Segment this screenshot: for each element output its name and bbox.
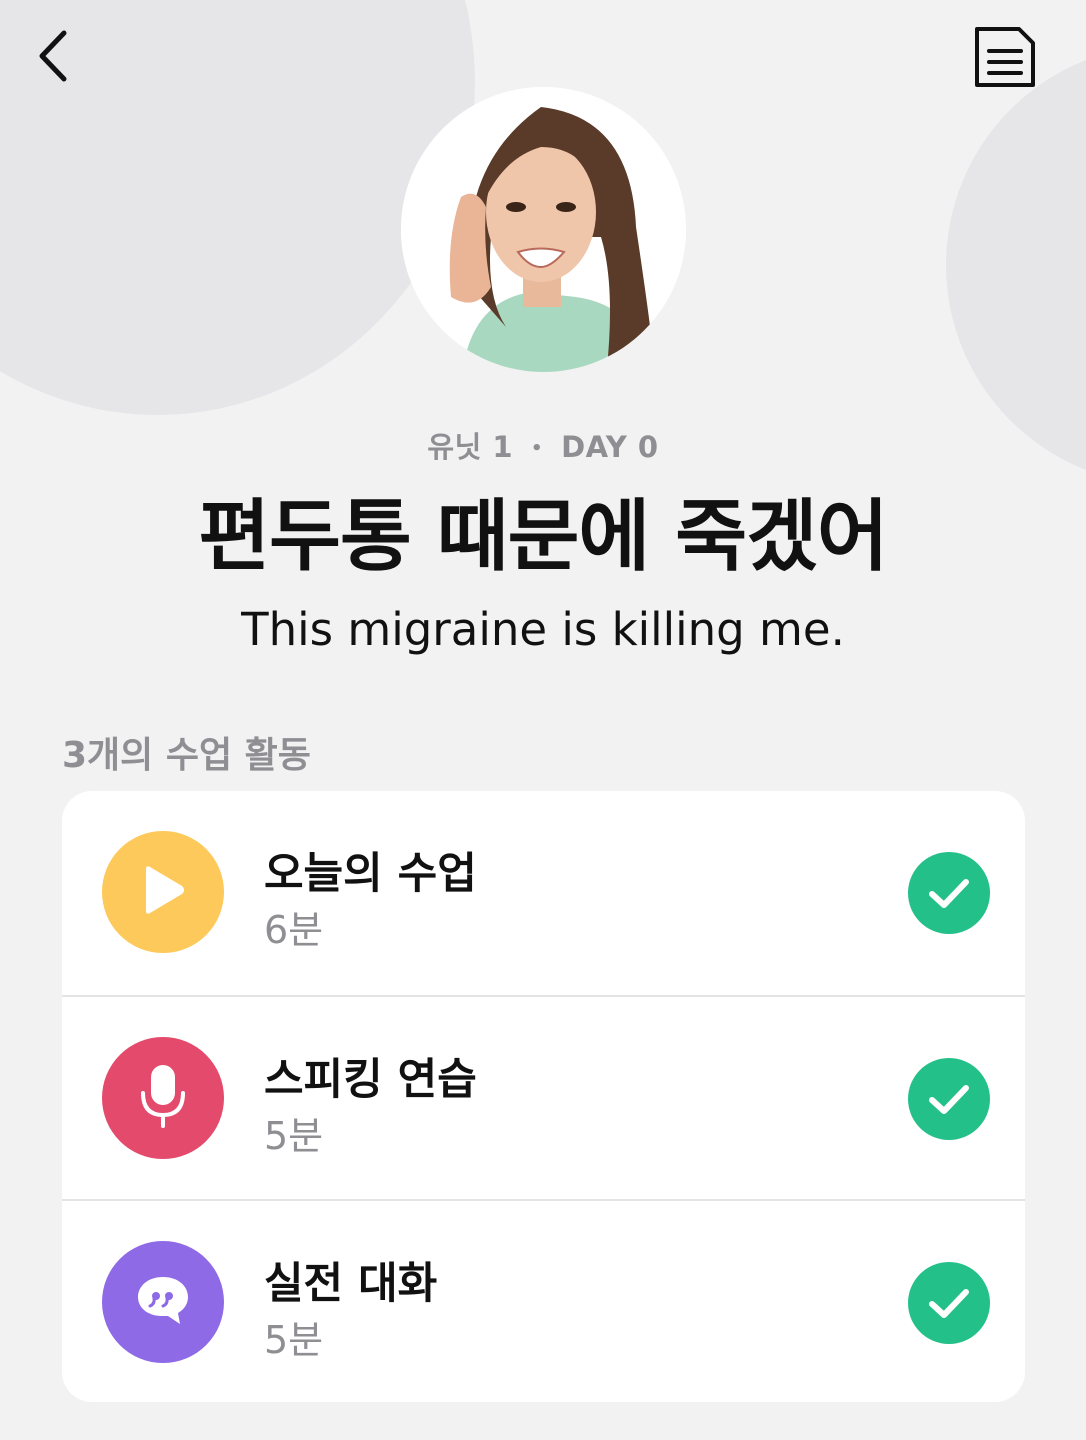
activity-duration: 6분 xyxy=(264,908,324,952)
activity-icon-bg xyxy=(102,1241,224,1363)
activity-duration: 5분 xyxy=(264,1114,324,1158)
lesson-title-korean: 편두통 때문에 죽겠어 xyxy=(198,492,888,582)
instructor-avatar xyxy=(401,87,686,372)
lesson-meta: 유닛 1 • DAY 0 xyxy=(0,424,1086,466)
activity-title: 오늘의 수업 xyxy=(264,849,477,899)
chevron-left-icon xyxy=(35,29,69,87)
background-circle-right xyxy=(946,45,1086,485)
activity-icon-bg xyxy=(102,1037,224,1159)
activity-row-conversation[interactable]: 실전 대화 5분 xyxy=(62,1199,1025,1402)
lesson-screen: 유닛 1 • DAY 0 편두통 때문에 죽겠어 This migraine is … xyxy=(0,0,1086,1440)
activity-title: 스피킹 연습 xyxy=(264,1055,477,1105)
activities-section-label: 3개의 수업 활동 xyxy=(62,735,311,776)
notes-button[interactable] xyxy=(970,24,1040,94)
document-icon xyxy=(973,25,1037,93)
check-icon xyxy=(908,1058,990,1140)
lesson-title-english: This migraine is killing me. xyxy=(241,603,845,656)
microphone-icon xyxy=(138,1063,188,1133)
chat-quote-icon xyxy=(135,1274,191,1330)
check-icon xyxy=(908,1262,990,1344)
back-button[interactable] xyxy=(22,26,82,90)
check-icon xyxy=(908,852,990,934)
day-label: DAY 0 xyxy=(561,430,659,464)
activity-icon-bg xyxy=(102,831,224,953)
activity-title: 실전 대화 xyxy=(264,1259,438,1309)
play-icon xyxy=(140,865,186,919)
meta-separator: • xyxy=(531,438,544,459)
activity-duration: 5분 xyxy=(264,1318,324,1362)
unit-label: 유닛 1 xyxy=(427,430,514,464)
activity-row-today-lesson[interactable]: 오늘의 수업 6분 xyxy=(62,791,1025,995)
activities-card: 오늘의 수업 6분 스피킹 연습 5분 실전 대화 5분 xyxy=(62,791,1025,1402)
activity-row-speaking[interactable]: 스피킹 연습 5분 xyxy=(62,995,1025,1199)
